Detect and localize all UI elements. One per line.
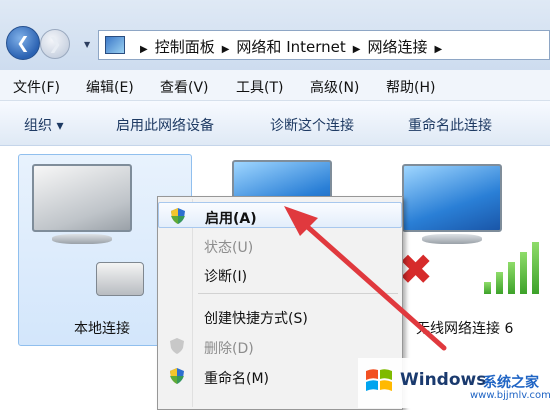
- disconnected-x-icon: ✖: [398, 245, 434, 294]
- watermark-url: www.bjjmlv.com: [470, 390, 550, 401]
- menu-item-diagnose[interactable]: 诊断(I): [158, 261, 402, 287]
- uac-shield-icon: [171, 208, 185, 224]
- menu-edit[interactable]: 编辑(E): [86, 77, 134, 97]
- menu-bar: 文件(F) 编辑(E) 查看(V) 工具(T) 高级(N) 帮助(H): [0, 70, 550, 101]
- menu-item-label: 创建快捷方式(S): [204, 311, 308, 327]
- back-arrow-icon: ❮: [16, 33, 30, 52]
- menu-item-label: 启用(A): [205, 211, 257, 227]
- menu-item-create-shortcut[interactable]: 创建快捷方式(S): [158, 303, 402, 329]
- monitor-stand: [422, 234, 482, 244]
- wired-network-icon: [32, 164, 132, 232]
- recent-pages-dropdown-icon[interactable]: ▼: [84, 40, 90, 49]
- breadcrumb-separator-icon[interactable]: ▶: [222, 44, 230, 55]
- network-folder-icon: [105, 36, 125, 54]
- command-toolbar: 组织 ▾ 启用此网络设备 诊断这个连接 重命名此连接: [0, 101, 550, 146]
- wireless-network-icon[interactable]: [402, 164, 502, 232]
- menu-item-label: 状态(U): [204, 240, 254, 256]
- menu-view[interactable]: 查看(V): [160, 77, 209, 97]
- menu-separator: [198, 293, 398, 294]
- organize-button[interactable]: 组织 ▾: [24, 115, 63, 135]
- signal-bar-icon: [496, 272, 503, 294]
- breadcrumb-separator-icon[interactable]: ▶: [353, 44, 361, 55]
- connection-label: 本地连接: [74, 321, 130, 337]
- breadcrumb-network-internet[interactable]: 网络和 Internet: [236, 38, 345, 56]
- menu-item-delete: 删除(D): [158, 333, 402, 359]
- menu-item-label: 删除(D): [204, 341, 254, 357]
- back-button[interactable]: ❮: [6, 26, 40, 60]
- signal-bar-icon: [520, 252, 527, 294]
- breadcrumb: ▶ 控制面板 ▶ 网络和 Internet ▶ 网络连接 ▶: [133, 36, 449, 57]
- menu-item-enable[interactable]: 启用(A): [158, 202, 402, 228]
- connection-label: 无线网络连接 6: [416, 321, 514, 337]
- menu-item-label: 重命名(M): [204, 371, 270, 387]
- menu-item-label: 诊断(I): [204, 269, 248, 285]
- signal-bar-icon: [532, 242, 539, 294]
- menu-advanced[interactable]: 高级(N): [310, 77, 359, 97]
- watermark-site: 系统之家: [483, 375, 539, 391]
- watermark-brand: Windows: [400, 370, 487, 390]
- breadcrumb-control-panel[interactable]: 控制面板: [155, 38, 215, 56]
- windows-logo-icon: [366, 369, 392, 391]
- forward-button[interactable]: ❯: [40, 29, 70, 59]
- menu-tools[interactable]: 工具(T): [236, 77, 283, 97]
- menu-file[interactable]: 文件(F): [13, 77, 60, 97]
- rename-connection-button[interactable]: 重命名此连接: [408, 115, 492, 135]
- address-bar-area: ❮ ❯ ▼ ▶ 控制面板 ▶ 网络和 Internet ▶ 网络连接 ▶: [0, 0, 550, 71]
- signal-bar-icon: [508, 262, 515, 294]
- signal-bar-icon: [484, 282, 491, 294]
- enable-device-button[interactable]: 启用此网络设备: [116, 115, 214, 135]
- breadcrumb-separator-icon[interactable]: ▶: [140, 44, 148, 55]
- ethernet-plug-icon: [96, 262, 144, 296]
- monitor-stand: [52, 234, 112, 244]
- menu-item-status: 状态(U): [158, 232, 402, 258]
- breadcrumb-network-connections[interactable]: 网络连接: [367, 38, 427, 56]
- diagnose-button[interactable]: 诊断这个连接: [270, 115, 354, 135]
- address-box[interactable]: ▶ 控制面板 ▶ 网络和 Internet ▶ 网络连接 ▶: [98, 30, 550, 60]
- menu-help[interactable]: 帮助(H): [386, 77, 435, 97]
- forward-arrow-icon: ❯: [48, 34, 62, 53]
- uac-shield-icon: [170, 338, 184, 354]
- uac-shield-icon: [170, 368, 184, 384]
- breadcrumb-separator-icon[interactable]: ▶: [434, 44, 442, 55]
